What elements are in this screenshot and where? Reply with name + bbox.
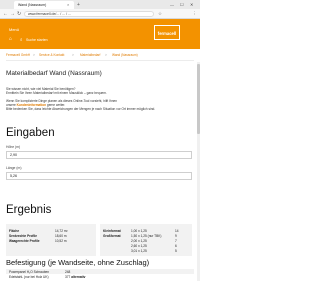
panel-count: 9 — [175, 234, 177, 238]
breadcrumb: Fermacell GmbH > Service & Kontakt > Mat… — [0, 52, 200, 59]
search-link[interactable]: Suche starten — [26, 38, 48, 42]
befestigung-label: Powerpanel H₂O Schrauben — [9, 269, 50, 274]
intro-text: Bitte bedenken Sie, dass leichte Abweich… — [6, 107, 156, 111]
intro-text: Ermitteln Sie Ihren Materialbedarf mit e… — [6, 91, 107, 95]
laenge-label: Länge (m) — [6, 166, 22, 170]
browser-menu-icon[interactable]: ⋮ — [192, 10, 197, 18]
fermacell-logo[interactable]: fermacell — [154, 25, 180, 40]
breadcrumb-item[interactable]: Materialbedarf — [80, 52, 100, 59]
minimize-icon[interactable]: — — [170, 1, 174, 8]
url-input[interactable]: www.fermacell.de/... / ... / ... — [24, 11, 154, 17]
maximize-icon[interactable]: ☐ — [180, 1, 184, 8]
breadcrumb-separator: > — [72, 53, 74, 57]
panel-size: 3,01 x 1,25 — [131, 249, 147, 253]
bookmark-star-icon[interactable]: ☆ — [158, 10, 162, 18]
grossformat-label: Großformat — [103, 234, 121, 238]
reload-icon[interactable]: ↻ — [17, 10, 21, 18]
result-value: 18,60 m — [55, 234, 67, 238]
laenge-input[interactable]: 5,26 — [6, 172, 192, 180]
hoehe-label: Höhe (m) — [6, 145, 21, 149]
forward-icon[interactable]: → — [10, 10, 15, 18]
befestigung-value: 377 alternativ — [65, 275, 85, 279]
breadcrumb-item[interactable]: Service & Kontakt — [39, 52, 64, 59]
panel-count: 6 — [175, 244, 177, 248]
page-title: Materialbedarf Wand (Nassraum) — [6, 70, 102, 77]
back-icon[interactable]: ← — [3, 10, 8, 18]
breadcrumb-separator: > — [33, 53, 35, 57]
result-label: Fläche — [9, 229, 20, 233]
scrollbar-thumb[interactable] — [197, 64, 200, 134]
befestigung-value: 248 — [65, 269, 71, 274]
kleinformat-label: Kleinformat — [103, 229, 121, 233]
breadcrumb-item[interactable]: Fermacell GmbH — [6, 52, 30, 59]
tab-close-icon[interactable]: × — [67, 1, 69, 9]
panel-count: 14 — [175, 229, 179, 233]
window-close-icon[interactable]: ✕ — [190, 1, 193, 8]
hoehe-input[interactable]: 2,90 — [6, 151, 192, 159]
breadcrumb-item-current: Wand (Nassraum) — [112, 53, 138, 57]
browser-tab[interactable]: Wand (Nassraum) — [14, 1, 74, 9]
ergebnis-heading: Ergebnis — [6, 204, 52, 216]
home-icon[interactable]: ⌂ — [9, 37, 12, 42]
breadcrumb-divider — [6, 60, 194, 61]
result-value: 10,52 m — [55, 239, 67, 243]
befestigung-label: Edelstahl- (nur bei Holz UK) — [9, 274, 49, 279]
eingaben-heading: Eingaben — [6, 127, 55, 139]
panel-size: 2,00 x 1,25 — [131, 239, 147, 243]
result-label: Senkrechte Profile — [9, 234, 37, 238]
panel-count: 5 — [175, 249, 177, 253]
panel-size: 2,60 x 1,25 — [131, 244, 147, 248]
breadcrumb-separator: > — [105, 53, 107, 57]
result-label: Waagerechte Profile — [9, 239, 40, 243]
search-icon[interactable]: ⌕ — [20, 37, 23, 42]
result-value: 14,72 m² — [55, 229, 68, 233]
panel-size: 1,50 x 1,25 (nur TBK) — [131, 234, 162, 238]
panel-size: 1,00 x 1,25 — [131, 229, 147, 233]
befestigung-heading: Befestigung (je Wandseite, ohne Zuschlag… — [6, 258, 150, 267]
alternativ-link[interactable]: alternativ — [71, 275, 85, 279]
new-tab-icon[interactable]: + — [77, 1, 80, 9]
panel-count: 7 — [175, 239, 177, 243]
menu-button[interactable]: Menü — [9, 27, 19, 32]
